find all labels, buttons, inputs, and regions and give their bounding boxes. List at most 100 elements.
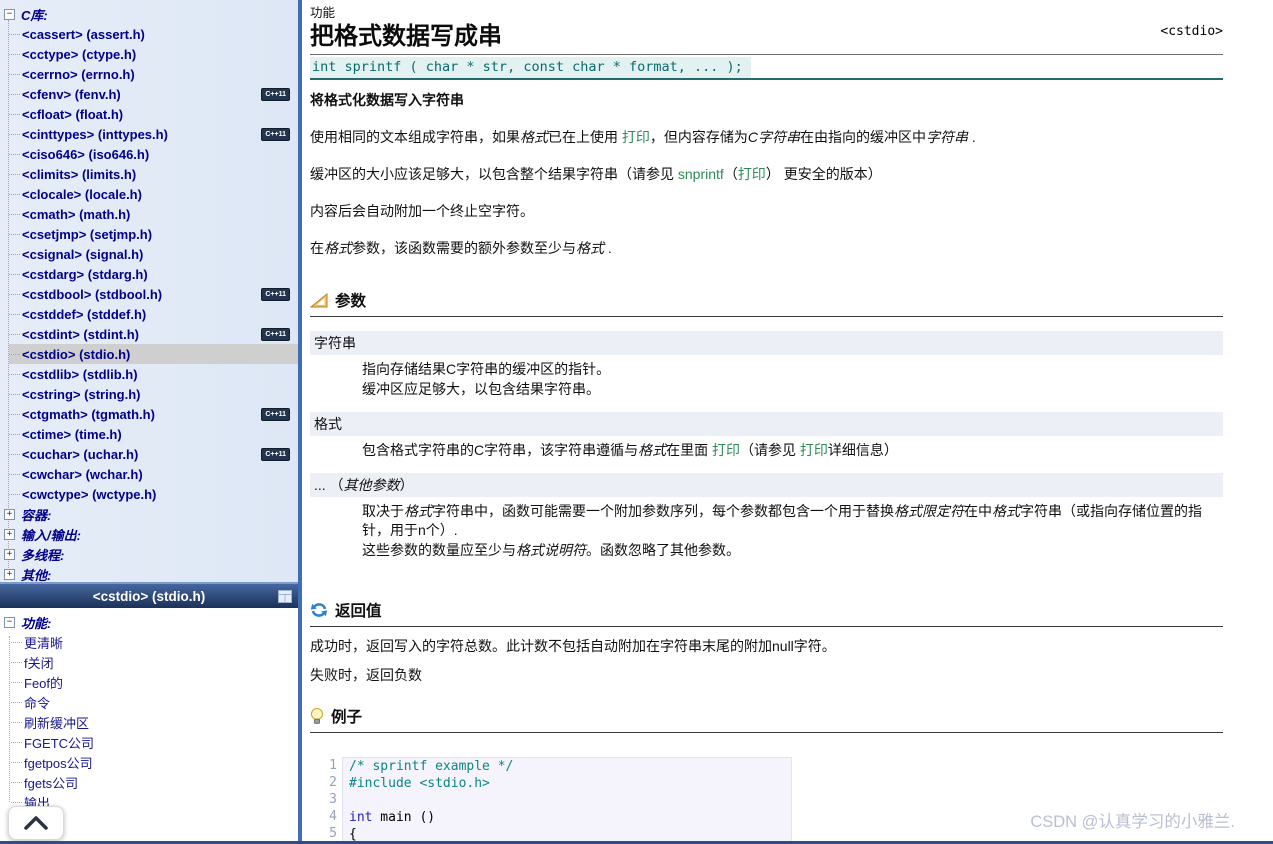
- sidebar-item[interactable]: <climits> (limits.h): [9, 164, 298, 184]
- report-icon[interactable]: [278, 590, 292, 603]
- plus-box-icon[interactable]: [4, 509, 15, 520]
- paragraph: 缓冲区的大小应该足够大，以包含整个结果字符串（请参见 snprintf（打印） …: [310, 164, 1223, 184]
- sidebar-item[interactable]: <ctgmath> (tgmath.h)C++11: [9, 404, 298, 424]
- text-run: 内容后会自动附加一个终止空字符。: [310, 203, 534, 219]
- sidebar-item-label: <cstddef> (stddef.h): [22, 307, 146, 322]
- text-run: 这些参数的数量应至少与: [362, 542, 516, 558]
- inline-link[interactable]: 打印: [712, 442, 740, 458]
- plus-box-icon[interactable]: [4, 569, 15, 580]
- text-run: 在里面: [666, 442, 712, 458]
- sidebar-item-label: <clocale> (locale.h): [22, 187, 142, 202]
- sidebar-function-item[interactable]: 命令: [11, 692, 298, 712]
- sidebar-group[interactable]: 容器:: [2, 504, 298, 524]
- sidebar-item[interactable]: <cwchar> (wchar.h): [9, 464, 298, 484]
- sidebar-item[interactable]: <cerrno> (errno.h): [9, 64, 298, 84]
- sidebar-function-item[interactable]: FGETC公司: [11, 732, 298, 752]
- sidebar-function-item[interactable]: fgets公司: [11, 772, 298, 792]
- sidebar-item-label: <cstdarg> (stdarg.h): [22, 267, 148, 282]
- sidebar-item[interactable]: <cstring> (string.h): [9, 384, 298, 404]
- sidebar-item[interactable]: <cstdlib> (stdlib.h): [9, 364, 298, 384]
- sidebar-item[interactable]: <cstdio> (stdio.h): [9, 344, 298, 364]
- header-reference-link[interactable]: <cstdio>: [1160, 24, 1223, 39]
- parameters-heading: 参数: [310, 289, 1223, 317]
- cpp11-badge: C++11: [261, 128, 290, 141]
- text-run: 格式: [314, 416, 342, 432]
- main-content: 功能 把格式数据写成串 <cstdio> int sprintf ( char …: [302, 0, 1273, 844]
- cpp11-badge: C++11: [261, 408, 290, 421]
- sidebar-item-label: <cstdint> (stdint.h): [22, 327, 139, 342]
- tree-root-label: C库:: [21, 5, 48, 24]
- sidebar-item-label: <cassert> (assert.h): [22, 27, 145, 42]
- text-run: {: [349, 827, 357, 842]
- tree-root-c-library[interactable]: C库:: [2, 4, 298, 24]
- sidebar-function-label: f关闭: [24, 653, 54, 672]
- sidebar-item-label: <cwchar> (wchar.h): [22, 467, 143, 482]
- scroll-top-button[interactable]: [8, 806, 64, 840]
- inline-link[interactable]: 打印: [738, 166, 766, 182]
- sidebar-item[interactable]: <cctype> (ctype.h): [9, 44, 298, 64]
- sidebar-item[interactable]: <cassert> (assert.h): [9, 24, 298, 44]
- code-line-number: 1: [316, 757, 337, 774]
- sidebar-function-item[interactable]: 刷新缓冲区: [11, 712, 298, 732]
- sidebar-item-label: <climits> (limits.h): [22, 167, 136, 182]
- sidebar-item[interactable]: <cstdarg> (stdarg.h): [9, 264, 298, 284]
- library-tree: C库: <cassert> (assert.h) <cctype> (ctype.…: [0, 0, 298, 582]
- inline-link[interactable]: 打印: [622, 129, 650, 145]
- return-value-line: 失败时，返回负数: [310, 665, 1223, 685]
- summary-line: 将格式化数据写入字符串: [310, 90, 1223, 110]
- sidebar-function-item[interactable]: 更清晰: [11, 632, 298, 652]
- panel-header: <cstdio> (stdio.h): [0, 582, 298, 608]
- sidebar-item-label: <cinttypes> (inttypes.h): [22, 127, 168, 142]
- text-run: 参数，该函数需要的额外参数至少与: [352, 240, 576, 256]
- sidebar-item[interactable]: <cstdint> (stdint.h)C++11: [9, 324, 298, 344]
- code-line-number: 2: [316, 774, 337, 791]
- sidebar-item[interactable]: <ctime> (time.h): [9, 424, 298, 444]
- sidebar: C库: <cassert> (assert.h) <cctype> (ctype.…: [0, 0, 298, 844]
- minus-box-icon[interactable]: [4, 9, 15, 20]
- text-run: （: [724, 166, 738, 182]
- tree-root-functions[interactable]: 功能:: [2, 612, 298, 632]
- text-run: 缓冲区的大小应该足够大，以包含整个结果字符串（请参见: [310, 166, 678, 182]
- sidebar-item[interactable]: <cfenv> (fenv.h)C++11: [9, 84, 298, 104]
- sidebar-item[interactable]: <cmath> (math.h): [9, 204, 298, 224]
- sidebar-item[interactable]: <cstdbool> (stdbool.h)C++11: [9, 284, 298, 304]
- text-run: ）: [400, 477, 414, 493]
- sidebar-item[interactable]: <csignal> (signal.h): [9, 244, 298, 264]
- parameters-section: 参数 字符串指向存储结果C字符串的缓冲区的指针。缓冲区应足够大，以包含结果字符串…: [310, 289, 1223, 559]
- watermark: CSDN @认真学习的小雅兰.: [1030, 808, 1235, 832]
- cpp11-badge: C++11: [261, 288, 290, 301]
- sidebar-group[interactable]: 其他:: [2, 564, 298, 582]
- text-run: 格式: [324, 240, 352, 256]
- sidebar-item[interactable]: <csetjmp> (setjmp.h): [9, 224, 298, 244]
- sidebar-item[interactable]: <ciso646> (iso646.h): [9, 144, 298, 164]
- inline-link[interactable]: snprintf: [678, 166, 724, 182]
- inline-link[interactable]: 打印: [800, 442, 828, 458]
- sidebar-item[interactable]: <cinttypes> (inttypes.h) C++11: [9, 124, 298, 144]
- panel-header-title: <cstdio> (stdio.h): [93, 589, 206, 604]
- plus-box-icon[interactable]: [4, 549, 15, 560]
- text-run: C字符串: [748, 129, 800, 145]
- sidebar-item[interactable]: <cfloat> (float.h): [9, 104, 298, 124]
- sidebar-function-item[interactable]: f关闭: [11, 652, 298, 672]
- sidebar-item[interactable]: <cstddef> (stddef.h): [9, 304, 298, 324]
- sidebar-group-label: 输入/输出:: [21, 525, 81, 544]
- sidebar-item-label: <cmath> (math.h): [22, 207, 130, 222]
- code-line: [349, 792, 785, 809]
- sidebar-item[interactable]: <cwctype> (wctype.h): [9, 484, 298, 504]
- sidebar-group[interactable]: 多线程:: [2, 544, 298, 564]
- minus-box-icon[interactable]: [4, 617, 15, 628]
- sidebar-item[interactable]: <cuchar> (uchar.h)C++11: [9, 444, 298, 464]
- code-line-number: 4: [316, 808, 337, 825]
- sidebar-group-label: 其他:: [21, 565, 51, 583]
- text-run: 字符串: [926, 129, 968, 145]
- sidebar-group[interactable]: 输入/输出:: [2, 524, 298, 544]
- parameters-heading-label: 参数: [335, 289, 366, 311]
- sidebar-item-label: <cerrno> (errno.h): [22, 67, 135, 82]
- sidebar-item[interactable]: <clocale> (locale.h): [9, 184, 298, 204]
- paragraph: 使用相同的文本组成字符串，如果格式已在上使用 打印，但内容存储为C字符串在由指向…: [310, 127, 1223, 147]
- sidebar-function-item[interactable]: Feof的: [11, 672, 298, 692]
- sidebar-item-label: <cstdlib> (stdlib.h): [22, 367, 138, 382]
- parameter-description: 指向存储结果C字符串的缓冲区的指针。缓冲区应足够大，以包含结果字符串。: [362, 360, 1223, 398]
- sidebar-function-item[interactable]: fgetpos公司: [11, 752, 298, 772]
- plus-box-icon[interactable]: [4, 529, 15, 540]
